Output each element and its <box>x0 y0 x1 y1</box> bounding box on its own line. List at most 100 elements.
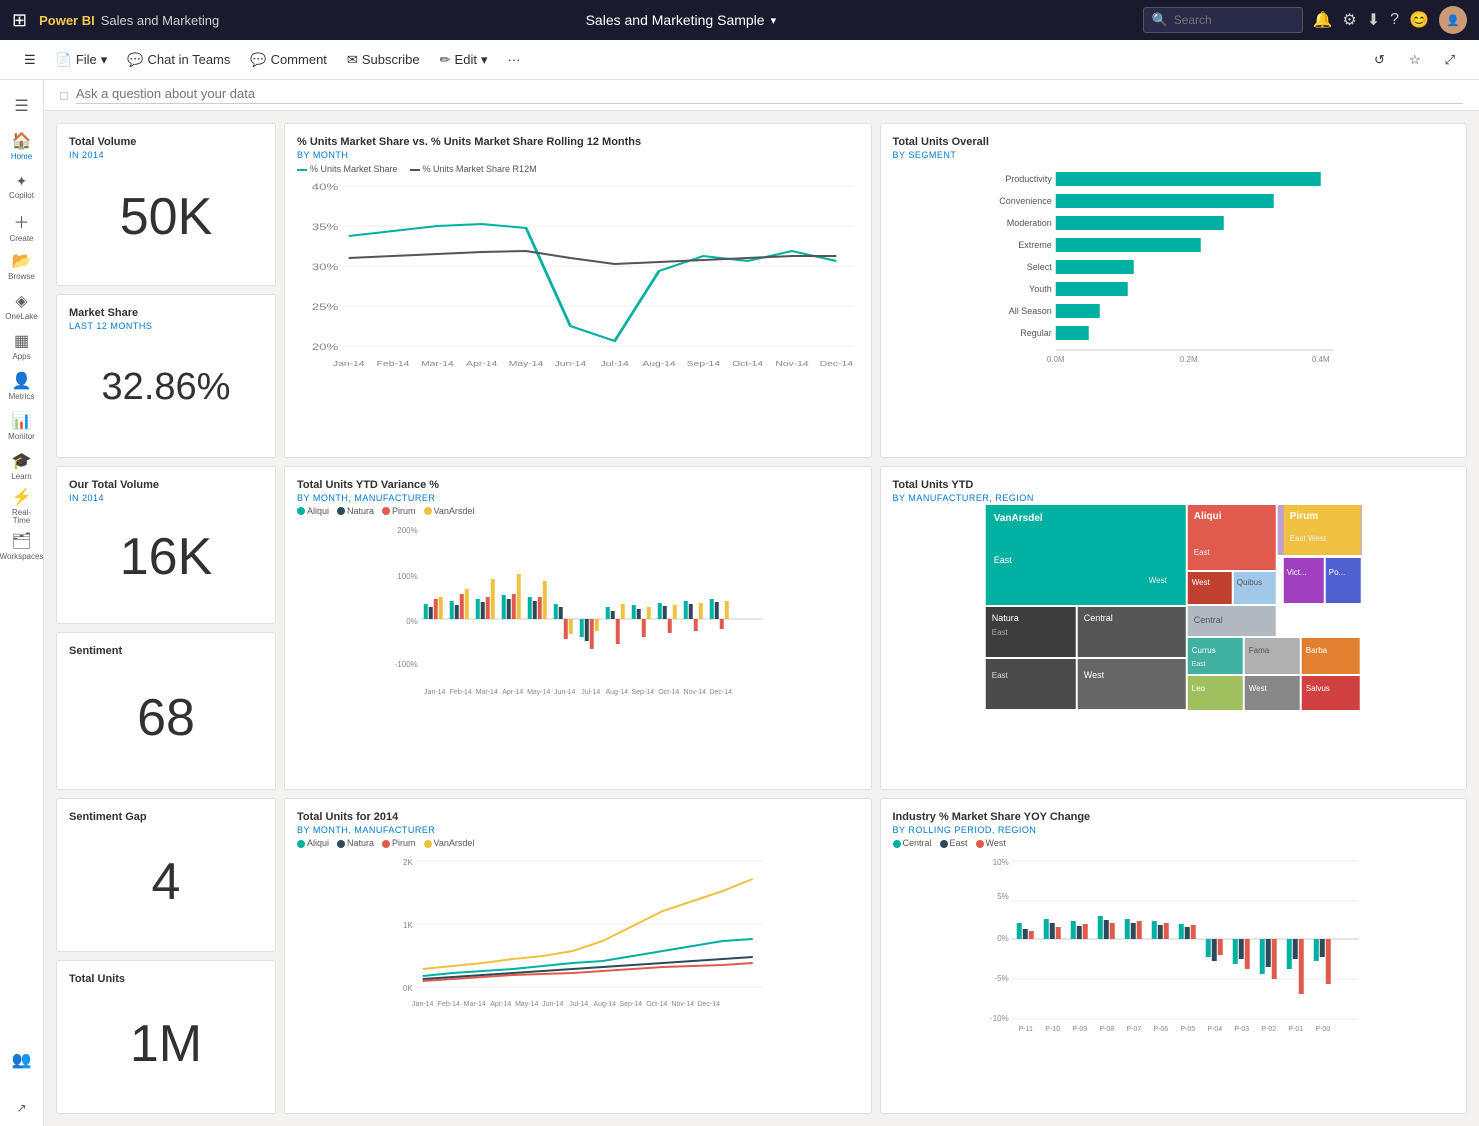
card-total-volume[interactable]: Total Volume IN 2014 50K <box>56 123 276 286</box>
svg-text:Currus: Currus <box>1191 646 1215 655</box>
svg-text:Aug-14: Aug-14 <box>642 360 675 368</box>
search-box[interactable]: 🔍 <box>1143 7 1303 33</box>
sidebar-item-create[interactable]: ＋ Create <box>4 208 40 244</box>
svg-text:Moderation: Moderation <box>1006 218 1051 228</box>
top-nav-right: 🔍 🔔 ⚙ ⬇ ? 😊 👤 <box>1143 6 1468 34</box>
people-icon: 👥 <box>12 1050 32 1070</box>
help-button[interactable]: ? <box>1390 11 1399 29</box>
sidebar-item-metrics[interactable]: 👤 Metrics <box>4 368 40 404</box>
report-title: Sales and Marketing Sample <box>586 12 765 28</box>
svg-text:Quibus: Quibus <box>1236 578 1261 587</box>
refresh-button[interactable]: ↺ <box>1366 48 1393 72</box>
card-total-volume-title: Total Volume <box>69 136 263 148</box>
qa-bar: □ <box>44 80 1479 111</box>
comment-label: Comment <box>271 52 327 67</box>
favorite-button[interactable]: ☆ <box>1401 48 1429 72</box>
monitor-icon: 📊 <box>12 411 32 431</box>
download-button[interactable]: ⬇ <box>1367 10 1380 30</box>
chat-teams-button[interactable]: 💬 Chat in Teams <box>119 48 238 72</box>
svg-text:Salvus: Salvus <box>1305 684 1329 693</box>
sidebar-item-expand[interactable]: ↗ <box>4 1090 40 1126</box>
card-sentiment[interactable]: Sentiment 68 <box>56 632 276 790</box>
sidebar-item-browse[interactable]: 📂 Browse <box>4 248 40 284</box>
avatar[interactable]: 👤 <box>1439 6 1467 34</box>
sidebar-item-apps[interactable]: ▦ Apps <box>4 328 40 364</box>
sentiment-title: Sentiment <box>69 645 263 657</box>
sidebar-item-copilot[interactable]: ✦ Copilot <box>4 168 40 204</box>
svg-text:Sep-14: Sep-14 <box>687 360 720 368</box>
file-label: File <box>76 52 97 67</box>
fullscreen-button[interactable]: ⤢ <box>1437 48 1463 72</box>
feedback-button[interactable]: 😊 <box>1409 10 1429 30</box>
sidebar-item-people[interactable]: 👥 <box>4 1042 40 1078</box>
card-our-total-volume[interactable]: Our Total Volume IN 2014 16K <box>56 466 276 624</box>
card-total-units[interactable]: Total Units 1M <box>56 960 276 1114</box>
notifications-button[interactable]: 🔔 <box>1313 10 1333 30</box>
search-input[interactable] <box>1174 13 1274 27</box>
svg-text:Feb-14: Feb-14 <box>438 1001 460 1008</box>
sentiment-gap-value: 4 <box>69 825 263 939</box>
card-total-units-ytd[interactable]: Total Units YTD BY MANUFACTURER, REGION … <box>880 466 1468 791</box>
edit-icon: ✏ <box>440 52 451 68</box>
svg-text:East: East <box>991 628 1008 637</box>
svg-text:East: East <box>993 555 1012 565</box>
svg-text:-100%: -100% <box>395 660 418 669</box>
svg-text:Natura: Natura <box>991 613 1018 623</box>
ytd-variance-legend: Aliqui Natura Pirum VanArsdel <box>297 506 859 516</box>
svg-text:P-03: P-03 <box>1234 1026 1249 1033</box>
total-units-title: Total Units <box>69 973 263 985</box>
svg-text:P-06: P-06 <box>1153 1026 1168 1033</box>
svg-text:Vict...: Vict... <box>1286 568 1306 577</box>
card-industry-yoy[interactable]: Industry % Market Share YOY Change BY RO… <box>880 798 1468 1114</box>
card-market-share[interactable]: Market Share LAST 12 MONTHS 32.86% <box>56 294 276 457</box>
sidebar-item-onelake[interactable]: ◈ OneLake <box>4 288 40 324</box>
qa-input[interactable] <box>76 86 1463 104</box>
svg-text:Select: Select <box>1026 262 1052 272</box>
total-units-2014-chart: 2K 1K 0K <box>297 851 859 1101</box>
sidebar-item-menu[interactable]: ☰ <box>4 88 40 124</box>
sidebar-item-home[interactable]: 🏠 Home <box>4 128 40 164</box>
card-total-units-2014[interactable]: Total Units for 2014 BY MONTH, MANUFACTU… <box>284 798 872 1114</box>
file-chevron-icon: ▾ <box>101 52 108 68</box>
total-units-2014-subtitle: BY MONTH, MANUFACTURER <box>297 825 859 835</box>
card-total-volume-subtitle: IN 2014 <box>69 150 263 160</box>
units-ms-title: % Units Market Share vs. % Units Market … <box>297 136 859 148</box>
file-button[interactable]: 📄 File ▾ <box>48 48 116 72</box>
more-button[interactable]: ··· <box>499 48 528 71</box>
sidebar-label-metrics: Metrics <box>9 393 35 401</box>
svg-text:Dec-14: Dec-14 <box>820 360 853 368</box>
svg-text:Productivity: Productivity <box>1005 174 1052 184</box>
comment-button[interactable]: 💬 Comment <box>242 48 335 72</box>
svg-text:10%: 10% <box>992 858 1008 867</box>
svg-text:Jul-14: Jul-14 <box>581 689 600 696</box>
sidebar-item-monitor[interactable]: 📊 Monitor <box>4 408 40 444</box>
sidebar-item-workspaces[interactable]: 🗂 Workspaces <box>4 528 40 564</box>
sidebar-label-realtime: Real-Time <box>4 509 40 525</box>
card-sentiment-gap[interactable]: Sentiment Gap 4 <box>56 798 276 952</box>
svg-text:East West: East West <box>1289 534 1326 543</box>
card-total-volume-value: 50K <box>69 160 263 273</box>
svg-text:East: East <box>1193 548 1210 557</box>
metrics-icon: 👤 <box>12 371 32 391</box>
svg-text:West: West <box>1248 684 1267 693</box>
settings-button[interactable]: ⚙ <box>1342 10 1356 30</box>
dashboard: Total Volume IN 2014 50K Market Share LA… <box>44 111 1479 1126</box>
left-column-row2: Our Total Volume IN 2014 16K Sentiment 6… <box>56 466 276 791</box>
chevron-down-icon[interactable]: ▾ <box>771 14 777 27</box>
edit-button[interactable]: ✏ Edit ▾ <box>432 48 496 72</box>
sidebar-item-realtime[interactable]: ⚡ Real-Time <box>4 488 40 524</box>
waffle-icon[interactable]: ⊞ <box>12 10 27 31</box>
subscribe-button[interactable]: ✉ Subscribe <box>339 48 428 72</box>
svg-text:200%: 200% <box>397 526 417 535</box>
ytd-variance-subtitle: BY MONTH, MANUFACTURER <box>297 493 859 503</box>
card-total-units-overall[interactable]: Total Units Overall BY SEGMENT Productiv… <box>880 123 1468 458</box>
sidebar-label-browse: Browse <box>8 273 35 281</box>
svg-text:P-08: P-08 <box>1099 1026 1114 1033</box>
svg-text:West: West <box>1191 578 1210 587</box>
menu-toggle-button[interactable]: ☰ <box>16 48 44 72</box>
svg-text:35%: 35% <box>312 223 339 233</box>
card-ytd-variance[interactable]: Total Units YTD Variance % BY MONTH, MAN… <box>284 466 872 791</box>
sidebar-item-learn[interactable]: 🎓 Learn <box>4 448 40 484</box>
sidebar-label-apps: Apps <box>12 353 30 361</box>
card-units-market-share[interactable]: % Units Market Share vs. % Units Market … <box>284 123 872 458</box>
